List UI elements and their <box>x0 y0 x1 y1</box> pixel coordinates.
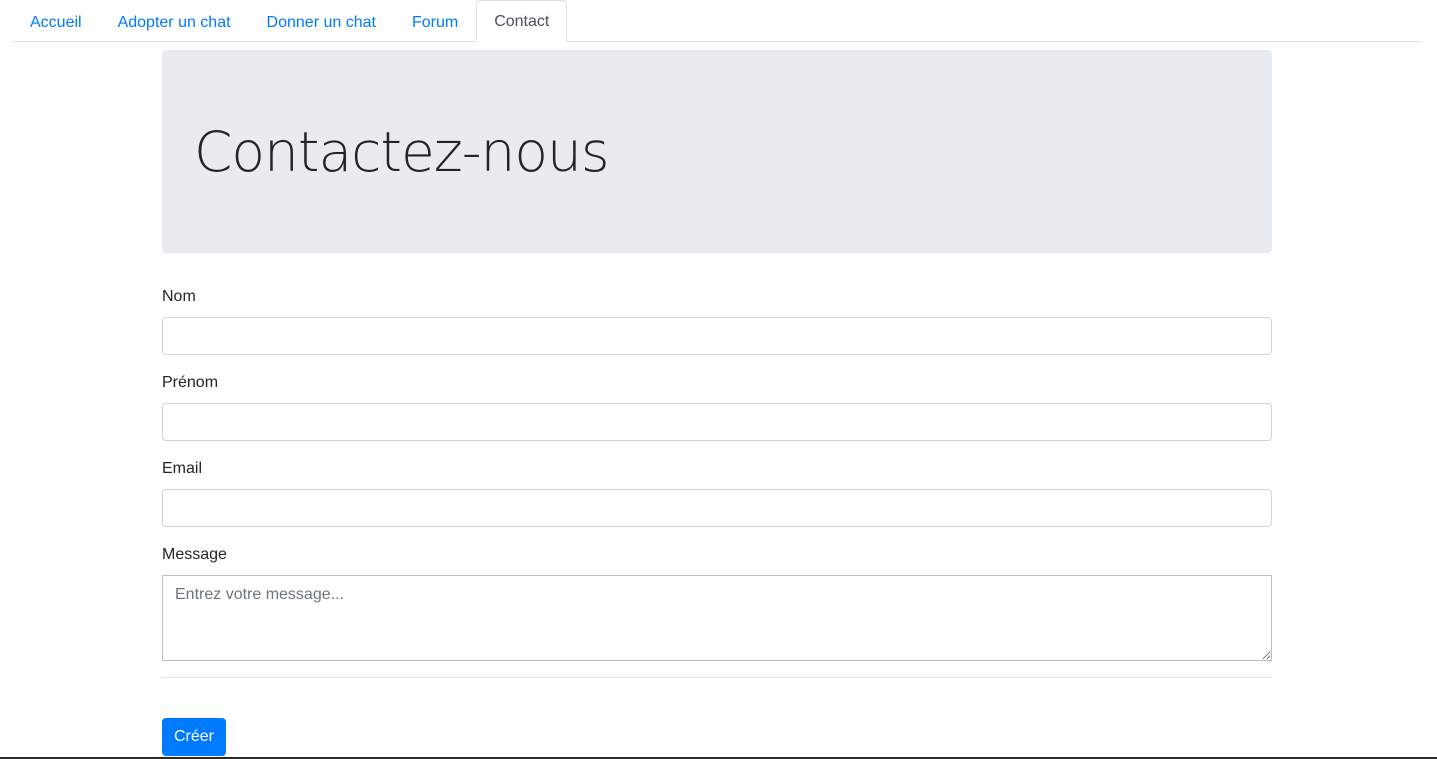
hero-banner: Contactez-nous <box>162 50 1272 253</box>
tab-accueil[interactable]: Accueil <box>12 1 100 41</box>
nom-label: Nom <box>162 288 196 305</box>
message-textarea[interactable] <box>162 575 1272 661</box>
prenom-label: Prénom <box>162 374 219 391</box>
email-label: Email <box>162 460 203 477</box>
message-label: Message <box>162 546 227 563</box>
nav-tabs: Accueil Adopter un chat Donner un chat F… <box>12 0 1421 42</box>
page-title: Contactez-nous <box>194 120 610 184</box>
tab-adopter-un-chat[interactable]: Adopter un chat <box>100 1 249 41</box>
form-divider <box>162 677 1272 678</box>
tab-forum[interactable]: Forum <box>394 1 476 41</box>
nom-input[interactable] <box>162 317 1272 355</box>
tab-contact[interactable]: Contact <box>476 0 568 42</box>
tab-donner-un-chat[interactable]: Donner un chat <box>249 1 394 41</box>
email-input[interactable] <box>162 489 1272 527</box>
prenom-input[interactable] <box>162 403 1272 441</box>
create-button[interactable]: Créer <box>162 718 226 756</box>
